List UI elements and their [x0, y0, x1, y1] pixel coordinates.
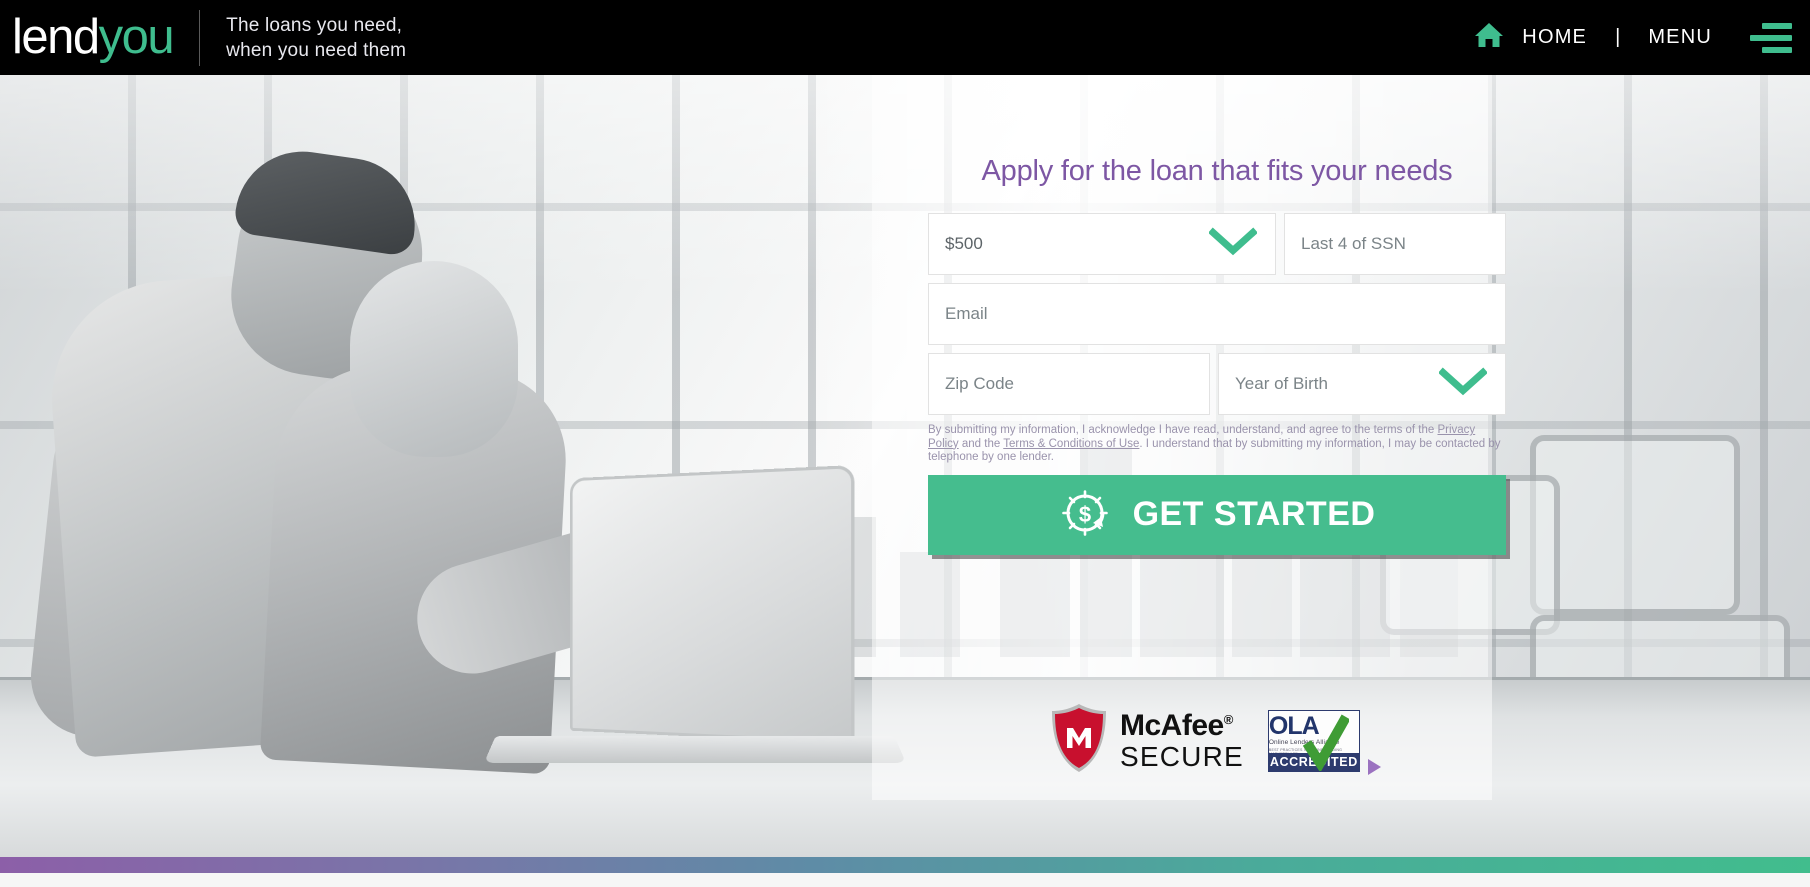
form-title: Apply for the loan that fits your needs — [981, 155, 1453, 187]
nav-separator: | — [1615, 26, 1621, 48]
hamburger-menu-icon[interactable] — [1750, 22, 1792, 53]
green-checkmark-icon — [1302, 713, 1351, 776]
loan-application-form: Apply for the loan that fits your needs … — [928, 155, 1506, 555]
laptop-screen — [569, 464, 855, 745]
ssn-placeholder: Last 4 of SSN — [1301, 234, 1406, 253]
hamburger-bar-2 — [1750, 34, 1792, 41]
site-header: lend you The loans you need, when you nee… — [0, 0, 1810, 75]
nav-home-link[interactable]: HOME — [1518, 26, 1591, 49]
svg-text:$: $ — [1078, 502, 1090, 527]
chevron-down-icon[interactable] — [1438, 367, 1488, 401]
zip-code-input[interactable]: Zip Code — [928, 353, 1210, 415]
form-row-2: Email — [928, 283, 1506, 345]
legal-disclaimer: By submitting my information, I acknowle… — [928, 424, 1506, 465]
get-started-label: GET STARTED — [1132, 495, 1376, 533]
woman-head — [350, 261, 518, 457]
form-row-1: $500 Last 4 of SSN — [928, 213, 1506, 275]
laptop-keyboard — [483, 735, 907, 763]
disclaimer-part-2: and the — [958, 437, 1004, 450]
header-nav: HOME | MENU — [1474, 21, 1810, 54]
zip-code-placeholder: Zip Code — [945, 374, 1014, 393]
dollar-clock-icon: $ — [1059, 487, 1111, 542]
mcafee-shield-icon — [1048, 702, 1110, 779]
mcafee-name: McAfee — [1120, 708, 1224, 742]
couple-photo-subjects — [20, 142, 920, 857]
home-icon[interactable] — [1474, 21, 1504, 54]
footer-gradient-bar — [0, 857, 1810, 873]
mcafee-secure-badge[interactable]: McAfee® SECURE — [1048, 702, 1244, 779]
email-placeholder: Email — [945, 304, 988, 323]
registered-mark: ® — [1223, 711, 1234, 727]
brand-logo[interactable]: lend you — [12, 10, 175, 64]
mcafee-line-1: McAfee® — [1120, 708, 1244, 742]
ssn-input[interactable]: Last 4 of SSN — [1284, 213, 1506, 275]
loan-amount-value: $500 — [945, 234, 983, 253]
get-started-button[interactable]: $ GET STARTED — [928, 474, 1506, 555]
year-of-birth-placeholder: Year of Birth — [1235, 374, 1328, 393]
loan-amount-select[interactable]: $500 — [928, 213, 1276, 275]
mcafee-wordmark: McAfee® SECURE — [1120, 708, 1244, 772]
trust-badges: McAfee® SECURE OLA Online Lenders Allian… — [1048, 702, 1381, 779]
nav-menu-link[interactable]: MENU — [1644, 26, 1716, 49]
office-chair-1 — [1530, 435, 1740, 615]
brand-tagline: The loans you need, when you need them — [226, 13, 406, 63]
logo-text-lend: lend — [12, 10, 100, 64]
header-divider — [199, 9, 201, 66]
email-input[interactable]: Email — [928, 283, 1506, 345]
landing-page: lend you The loans you need, when you nee… — [0, 0, 1810, 887]
hamburger-bar-3 — [1762, 46, 1792, 53]
disclaimer-part-1: By submitting my information, I acknowle… — [928, 424, 1438, 436]
hamburger-bar-1 — [1762, 22, 1792, 29]
year-of-birth-select[interactable]: Year of Birth — [1218, 353, 1506, 415]
ola-accredited-badge[interactable]: OLA Online Lenders Alliance BEST PRACTIC… — [1267, 709, 1381, 775]
purple-arrow-icon — [1367, 758, 1381, 775]
logo-text-you: you — [98, 10, 175, 64]
tagline-line-1: The loans you need, — [226, 14, 403, 36]
tagline-line-2: when you need them — [226, 39, 407, 61]
mcafee-line-2: SECURE — [1120, 740, 1244, 772]
page-bottom-strip — [0, 873, 1810, 887]
form-row-3: Zip Code Year of Birth — [928, 353, 1506, 415]
terms-conditions-link[interactable]: Terms & Conditions of Use — [1003, 438, 1139, 450]
chevron-down-icon[interactable] — [1208, 227, 1258, 261]
